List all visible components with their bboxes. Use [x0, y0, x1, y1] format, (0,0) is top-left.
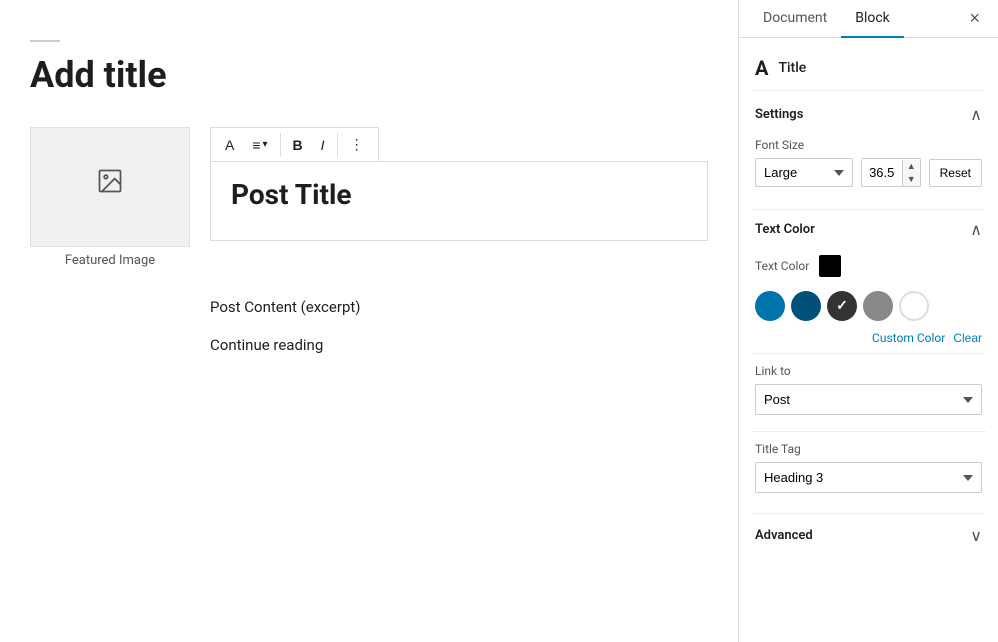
settings-chevron-icon: ∧ — [970, 105, 982, 124]
post-title-editor[interactable]: Post Title — [210, 161, 708, 241]
editor-area: Add title Featured Image A ≡ — [0, 0, 738, 642]
post-content-text: Post Content (excerpt) — [210, 298, 708, 316]
title-tag-section: Title Tag Heading 1 Heading 2 Heading 3 … — [751, 431, 986, 509]
color-swatch-blue[interactable] — [755, 291, 785, 321]
font-size-decrement-button[interactable]: ▼ — [903, 173, 920, 186]
advanced-section: Advanced ∨ — [751, 513, 986, 557]
sidebar: Document Block × A Title Settings ∧ Font… — [738, 0, 998, 642]
text-color-section-header[interactable]: Text Color ∧ — [751, 210, 986, 249]
add-title-placeholder[interactable]: Add title — [30, 54, 708, 97]
featured-image-placeholder[interactable] — [30, 127, 190, 247]
font-size-number-input: 36.5 ▲ ▼ — [861, 158, 921, 187]
font-size-spinners: ▲ ▼ — [902, 160, 920, 186]
image-icon — [96, 167, 124, 201]
post-content-area: Post Content (excerpt) Continue reading — [30, 298, 708, 354]
block-type-icon: A — [755, 58, 768, 78]
title-tag-select[interactable]: Heading 1 Heading 2 Heading 3 Heading 4 … — [755, 462, 982, 493]
bold-button[interactable]: B — [285, 133, 311, 157]
link-to-section: Link to Post None Custom URL Attachment … — [751, 353, 986, 431]
link-to-select[interactable]: Post None Custom URL Attachment Page — [755, 384, 982, 415]
reset-font-size-button[interactable]: Reset — [929, 159, 982, 187]
featured-image-block: Featured Image — [30, 127, 190, 268]
text-color-row: Text Color — [751, 249, 986, 287]
clear-color-button[interactable]: Clear — [953, 331, 982, 345]
post-block-container: Featured Image A ≡ ▾ B I ⋮ Post Title — [30, 127, 708, 268]
block-toolbar: A ≡ ▾ B I ⋮ — [210, 127, 379, 161]
color-swatches-row: ✓ — [751, 287, 986, 329]
close-sidebar-button[interactable]: × — [961, 4, 988, 33]
color-swatch-dark-blue[interactable] — [791, 291, 821, 321]
advanced-section-header[interactable]: Advanced ∨ — [751, 514, 986, 557]
tab-document[interactable]: Document — [749, 0, 841, 38]
post-title-text: Post Title — [231, 178, 687, 211]
text-format-button[interactable]: A — [217, 133, 242, 157]
color-swatch-dark-gray[interactable]: ✓ — [827, 291, 857, 321]
settings-section-content: Font Size Large Small Medium Large Huge … — [751, 134, 986, 209]
title-area: Add title — [30, 20, 708, 97]
text-color-chevron-icon: ∧ — [970, 220, 982, 239]
font-size-value-input[interactable]: 36.5 — [862, 159, 902, 186]
font-size-row: Large Small Medium Large Huge 36.5 ▲ ▼ R… — [755, 158, 982, 187]
current-text-color-swatch[interactable] — [819, 255, 841, 277]
settings-section-title: Settings — [755, 107, 803, 122]
color-swatch-gray[interactable] — [863, 291, 893, 321]
align-button[interactable]: ≡ ▾ — [244, 133, 275, 157]
swatch-check-icon: ✓ — [836, 298, 848, 314]
block-panel-content: A Title Settings ∧ Font Size Large Small… — [739, 38, 998, 569]
block-type-label: Title — [778, 60, 806, 76]
custom-color-row: Custom Color Clear — [751, 329, 986, 353]
italic-button[interactable]: I — [313, 133, 333, 157]
text-color-label: Text Color — [755, 259, 809, 273]
toolbar-divider-2 — [337, 133, 338, 157]
text-color-section-title: Text Color — [755, 222, 815, 237]
custom-color-link[interactable]: Custom Color — [872, 331, 945, 345]
color-swatch-white[interactable] — [899, 291, 929, 321]
tab-block[interactable]: Block — [841, 0, 904, 38]
text-color-section: Text Color ∧ Text Color ✓ Custom Color C… — [751, 209, 986, 353]
font-size-label: Font Size — [755, 138, 982, 152]
font-size-select[interactable]: Large Small Medium Large Huge — [755, 158, 853, 187]
block-type-row: A Title — [751, 50, 986, 91]
title-line-decorator — [30, 40, 60, 42]
post-title-block: A ≡ ▾ B I ⋮ Post Title — [210, 127, 708, 268]
advanced-title: Advanced — [755, 528, 813, 543]
continue-reading-link: Continue reading — [210, 336, 708, 354]
toolbar-divider — [280, 133, 281, 157]
settings-section-header[interactable]: Settings ∧ — [751, 95, 986, 134]
featured-image-label: Featured Image — [30, 253, 190, 268]
title-tag-label: Title Tag — [755, 442, 982, 456]
sidebar-tabs: Document Block × — [739, 0, 998, 38]
font-size-increment-button[interactable]: ▲ — [903, 160, 920, 173]
link-to-label: Link to — [755, 364, 982, 378]
advanced-chevron-icon: ∨ — [970, 526, 982, 545]
more-options-button[interactable]: ⋮ — [342, 132, 372, 157]
